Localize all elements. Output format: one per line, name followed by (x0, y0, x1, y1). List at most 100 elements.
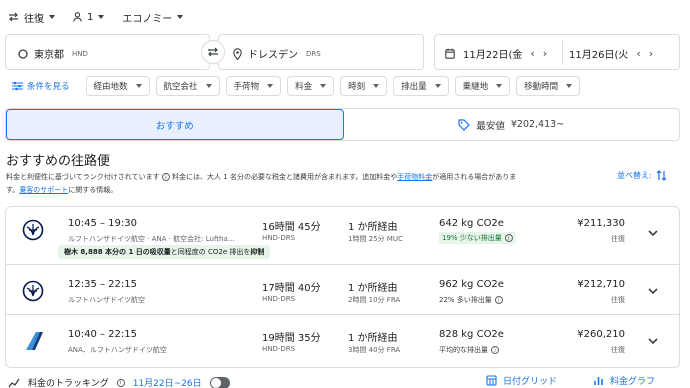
tab-cheapest-label: 最安値 (476, 120, 505, 132)
return-date-field[interactable]: 11月26日(火 ‹ › (569, 46, 653, 61)
filter-chip-connecting-airports[interactable]: 乗継地 (454, 76, 511, 96)
depart-date-field[interactable]: 11月22日(金 ‹ › (445, 46, 547, 61)
emissions-badge: 22% 多い排出量 i (439, 295, 503, 305)
tab-cheapest[interactable]: 最安値 ¥202,413~ (344, 109, 680, 140)
flight-row[interactable]: 12:35 – 22:15 ルフトハンザドイツ航空 17時間 40分 HND-D… (6, 266, 679, 315)
note-price-text: 料金には、大人 1 名分の必要な税金と諸費用が含まれます。追加料金や (172, 173, 398, 181)
flight-duration: 17時間 40分 (262, 283, 321, 294)
lufthansa-logo-icon (22, 280, 44, 302)
flight-times: 12:35 – 22:15 (68, 279, 137, 290)
origin-field[interactable]: 東京都 HND (5, 34, 210, 70)
origin-city: 東京都 (34, 50, 64, 61)
info-icon[interactable]: i (494, 296, 503, 304)
ana-logo-icon (22, 330, 44, 352)
flight-airline: ANA、ルフトハンザドイツ航空 (68, 346, 167, 354)
info-icon[interactable]: i (116, 378, 125, 387)
baggage-fees-link[interactable]: 手荷物料金 (397, 173, 432, 181)
expand-chevron-icon[interactable] (647, 285, 659, 297)
flight-price: ¥211,330 (577, 218, 625, 229)
trip-type: 往復 (611, 235, 625, 243)
flight-times: 10:45 – 19:30 (68, 218, 137, 229)
expand-chevron-icon[interactable] (647, 227, 659, 239)
sort-by-label: 並べ替え: (617, 171, 652, 180)
cabin-class-select[interactable]: エコノミー (122, 10, 184, 25)
flight-layover: 3時間 40分 FRA (348, 346, 401, 354)
filter-chip-times[interactable]: 時刻 (340, 76, 388, 96)
destination-city: ドレスデン (248, 50, 298, 61)
passengers-select[interactable]: 1 (73, 12, 105, 23)
price-graph-button[interactable]: 料金グラフ (593, 374, 655, 387)
origin-code: HND (72, 49, 88, 58)
chevron-down-icon (205, 84, 212, 88)
price-graph-label: 料金グラフ (610, 377, 656, 387)
flight-stops: 1 か所経由 (348, 333, 398, 344)
flight-layover: 2時間 10分 FRA (348, 296, 401, 304)
sort-by-button[interactable]: 並べ替え: (617, 170, 667, 181)
chip-label: 経由地数 (93, 82, 128, 92)
flight-route: HND-DRS (262, 345, 296, 353)
calendar-icon (445, 48, 455, 59)
flight-price: ¥212,710 (577, 279, 625, 290)
filter-chip-emissions[interactable]: 排出量 (393, 76, 449, 96)
chevron-down-icon (49, 15, 55, 19)
eco-impact-amount: 樹木 8,888 本分の 1 日の吸収量 (64, 248, 171, 256)
flight-route: HND-DRS (262, 234, 296, 242)
return-date: 11月26日(火 (569, 50, 629, 61)
flight-times: 10:40 – 22:15 (68, 329, 137, 340)
expand-chevron-icon[interactable] (647, 335, 659, 347)
results-heading: おすすめの往路便 (6, 154, 111, 169)
emissions-label: 22% 多い排出量 (439, 296, 492, 304)
chip-label: 排出量 (401, 82, 427, 92)
emissions-label: 平均的な排出量 (439, 346, 488, 354)
note-price-text-cont: が適用される場合がありま (432, 173, 517, 181)
price-tracking-toggle[interactable] (209, 376, 230, 388)
destination-field[interactable]: ドレスデン DRS (218, 34, 424, 70)
trip-type: 往復 (611, 346, 625, 354)
date-grid-button[interactable]: 日付グリッド (486, 374, 557, 387)
chevron-right-icon[interactable]: › (543, 47, 547, 60)
swap-origin-destination-button[interactable] (201, 40, 225, 64)
trip-type-select[interactable]: 往復 (8, 10, 55, 25)
flight-layover: 1時間 25分 MUC (348, 235, 403, 243)
location-pin-icon (233, 47, 242, 60)
lufthansa-logo-icon (22, 219, 44, 241)
depart-date: 11月22日(金 (463, 50, 523, 61)
flight-list: 10:45 – 19:30 ルフトハンザドイツ航空 · ANA · 航空会社: … (5, 206, 680, 368)
chip-label: 時刻 (348, 82, 366, 92)
chip-label: 航空会社 (163, 82, 198, 92)
flight-co2: 962 kg CO2e (439, 279, 504, 290)
filter-bar: 条件を見る 経由地数 航空会社 手荷物 料金 時刻 排出量 乗継地 移動時間 (12, 76, 581, 96)
chevron-down-icon (373, 84, 380, 88)
note-ranking-text: 料金と利便性に基づいてランク付けされています (6, 173, 160, 181)
info-icon[interactable]: i (504, 234, 513, 242)
tab-cheapest-price: ¥202,413~ (510, 119, 565, 130)
all-filters-button[interactable]: 条件を見る (12, 80, 70, 92)
flight-stops: 1 か所経由 (348, 222, 398, 233)
chevron-right-icon[interactable]: › (649, 47, 653, 60)
flight-airline: ルフトハンザドイツ航空 · ANA · 航空会社: Luftha… (68, 235, 235, 243)
flight-duration: 16時間 45分 (262, 222, 321, 233)
swap-arrows-icon (8, 12, 19, 22)
filter-chip-bags[interactable]: 手荷物 (225, 76, 282, 96)
date-field: 11月22日(金 ‹ › 11月26日(火 ‹ › (434, 34, 680, 70)
eco-impact-badge: 樹木 8,888 本分の 1 日の吸収量と同程度の CO2e 排出を抑制 (58, 245, 271, 259)
chevron-left-icon[interactable]: ‹ (636, 47, 640, 60)
chevron-down-icon (434, 84, 441, 88)
info-icon[interactable]: i (161, 173, 170, 181)
filter-chip-price[interactable]: 料金 (287, 76, 335, 96)
passenger-assistance-link[interactable]: 乗客のサポート (19, 186, 68, 194)
tab-recommended[interactable]: おすすめ (6, 109, 344, 140)
flight-row[interactable]: 10:40 – 22:15 ANA、ルフトハンザドイツ航空 19時間 35分 H… (6, 316, 679, 367)
filter-chip-airlines[interactable]: 航空会社 (155, 76, 220, 96)
price-tag-icon (458, 118, 471, 131)
flight-row[interactable]: 10:45 – 19:30 ルフトハンザドイツ航空 · ANA · 航空会社: … (6, 207, 679, 265)
filter-chip-stops[interactable]: 経由地数 (85, 76, 150, 96)
trip-type-label: 往復 (24, 13, 44, 25)
eco-impact-text: と同程度の CO2e 排出を (170, 248, 251, 256)
chip-label: 手荷物 (233, 82, 260, 92)
chevron-left-icon[interactable]: ‹ (530, 47, 534, 60)
filter-chip-duration[interactable]: 移動時間 (516, 76, 581, 96)
flight-route: HND-DRS (262, 295, 296, 303)
tune-icon (12, 81, 23, 91)
info-icon[interactable]: i (491, 346, 499, 354)
